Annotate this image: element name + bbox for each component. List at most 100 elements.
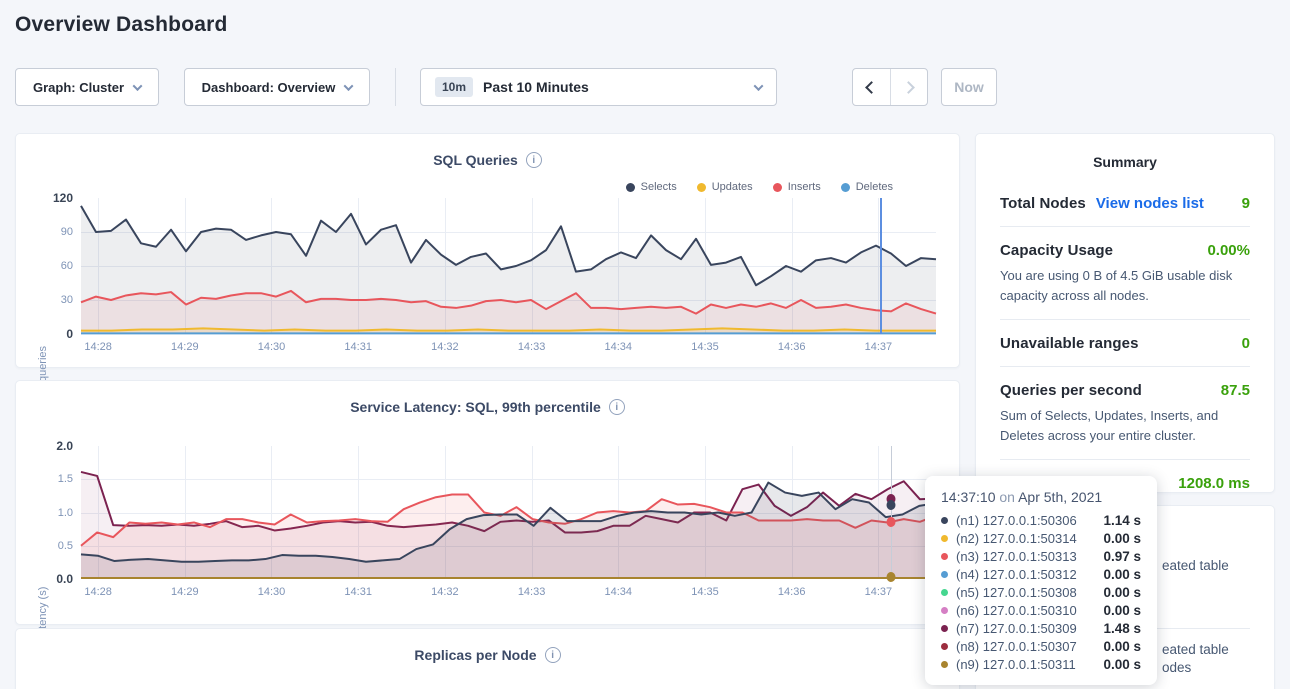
legend-item-updates[interactable]: Updates (697, 181, 753, 193)
y-axis-tick: 90 (61, 226, 73, 238)
summary-row-total-nodes: Total Nodes View nodes list 9 (1000, 180, 1250, 226)
node-color-dot-icon (941, 535, 948, 542)
graph-dropdown[interactable]: Graph: Cluster (15, 68, 159, 106)
summary-row-queries-per-second: Queries per second 87.5 Sum of Selects, … (1000, 366, 1250, 459)
tooltip-node-value: 1.14 s (1103, 513, 1141, 528)
node-color-dot-icon (941, 553, 948, 560)
tooltip-node-label: (n9) 127.0.0.1:50311 (956, 657, 1076, 672)
summary-panel: Summary Total Nodes View nodes list 9 Ca… (975, 133, 1275, 493)
hover-point-marker (886, 517, 895, 527)
x-axis-tick: 14:28 (84, 586, 112, 598)
y-axis-tick: 0.0 (56, 572, 73, 586)
unavailable-ranges-value: 0 (1242, 335, 1250, 352)
chart-series-svg (81, 198, 936, 334)
x-axis-tick: 14:29 (171, 341, 199, 353)
tooltip-row: (n4) 127.0.0.1:50312 0.00 s (941, 565, 1141, 583)
y-axis-tick: 1.5 (58, 473, 73, 485)
legend-dot-icon (697, 183, 706, 192)
node-color-dot-icon (941, 589, 948, 596)
node-color-dot-icon (941, 571, 948, 578)
x-axis-tick: 14:31 (344, 586, 372, 598)
now-button[interactable]: Now (941, 68, 997, 106)
tooltip-node-label: (n3) 127.0.0.1:50313 (956, 549, 1077, 564)
node-color-dot-icon (941, 607, 948, 614)
dashboard-dropdown[interactable]: Dashboard: Overview (184, 68, 370, 106)
x-axis-tick: 14:33 (518, 586, 546, 598)
tooltip-node-label: (n1) 127.0.0.1:50306 (956, 513, 1077, 528)
hover-crosshair (880, 198, 882, 334)
y-axis-tick: 60 (61, 260, 73, 272)
x-axis-tick: 14:30 (258, 586, 286, 598)
y-axis-tick: 0 (66, 327, 73, 341)
tooltip-row: (n6) 127.0.0.1:503100.00 s (941, 601, 1141, 619)
now-button-label: Now (954, 79, 984, 95)
y-axis-tick: 0.5 (58, 540, 73, 552)
node-color-dot-icon (941, 643, 948, 650)
tooltip-node-value: 0.00 s (1103, 567, 1141, 582)
tooltip-node-label: (n5) 127.0.0.1:50308 (956, 585, 1077, 600)
tooltip-node-value: 0.00 s (1103, 585, 1141, 600)
legend-item-selects[interactable]: Selects (626, 181, 677, 193)
chevron-right-icon (902, 81, 915, 94)
y-axis-tick: 2.0 (56, 439, 73, 453)
queries-per-second-value: 87.5 (1221, 382, 1250, 399)
tooltip-node-value: 0.00 s (1103, 531, 1141, 546)
legend-dot-icon (626, 183, 635, 192)
tooltip-node-value: 0.97 s (1103, 549, 1141, 564)
x-axis-tick: 14:36 (778, 586, 806, 598)
event-text-fragment: odes (1162, 660, 1191, 675)
graph-dropdown-label: Graph: Cluster (33, 80, 124, 95)
capacity-usage-description: You are using 0 B of 4.5 GiB usable disk… (1000, 266, 1250, 305)
service-latency-chart[interactable]: latency (s) 14:2814:2914:3014:3114:3214:… (81, 446, 936, 579)
legend-item-deletes[interactable]: Deletes (841, 181, 893, 193)
tooltip-node-label: (n2) 127.0.0.1:50314 (956, 531, 1077, 546)
total-nodes-value: 9 (1242, 195, 1250, 212)
event-text-fragment: eated table (1162, 558, 1229, 573)
tooltip-node-label: (n7) 127.0.0.1:50309 (956, 621, 1077, 636)
total-nodes-label: Total Nodes (1000, 195, 1086, 212)
legend-label: Inserts (788, 181, 821, 193)
node-color-dot-icon (941, 517, 948, 524)
chevron-left-icon (865, 81, 878, 94)
legend-item-inserts[interactable]: Inserts (773, 181, 821, 193)
time-back-button[interactable] (853, 69, 890, 105)
dashboard-dropdown-label: Dashboard: Overview (202, 80, 336, 95)
x-axis-tick: 14:31 (344, 341, 372, 353)
tooltip-node-value: 0.00 s (1103, 603, 1141, 618)
view-nodes-list-link[interactable]: View nodes list (1096, 195, 1204, 212)
legend-label: Updates (712, 181, 753, 193)
queries-per-second-description: Sum of Selects, Updates, Inserts, and De… (1000, 406, 1250, 445)
capacity-usage-value: 0.00% (1207, 242, 1250, 259)
sql-queries-chart-title: SQL Queries (433, 152, 518, 168)
info-icon[interactable]: i (609, 399, 625, 415)
time-range-badge: 10m (435, 77, 473, 97)
chart-series-svg (81, 446, 936, 579)
legend-dot-icon (773, 183, 782, 192)
legend-dot-icon (841, 183, 850, 192)
summary-row-unavailable-ranges: Unavailable ranges 0 (1000, 319, 1250, 366)
summary-row-capacity-usage: Capacity Usage 0.00% You are using 0 B o… (1000, 226, 1250, 319)
chevron-down-icon (344, 81, 354, 91)
time-nav-group (852, 68, 928, 106)
replicas-per-node-chart-title: Replicas per Node (414, 647, 536, 663)
time-range-label: Past 10 Minutes (483, 79, 589, 95)
service-latency-card: Service Latency: SQL, 99th percentile i … (15, 380, 960, 625)
time-forward-button[interactable] (890, 69, 928, 105)
sql-queries-chart[interactable]: queries 14:2814:2914:3014:3114:3214:3314… (81, 198, 936, 334)
sql-queries-card: SQL Queries i Selects Updates Inserts Delet… (15, 133, 960, 368)
queries-per-second-label: Queries per second (1000, 382, 1142, 399)
x-axis-tick: 14:34 (605, 586, 633, 598)
service-latency-chart-title: Service Latency: SQL, 99th percentile (350, 399, 601, 415)
p99-latency-value: 1208.0 ms (1178, 475, 1250, 492)
info-icon[interactable]: i (545, 647, 561, 663)
x-axis-tick: 14:32 (431, 586, 459, 598)
x-axis-tick: 14:29 (171, 586, 199, 598)
summary-heading: Summary (1000, 150, 1250, 180)
hover-crosshair (891, 446, 893, 579)
chevron-down-icon (133, 81, 143, 91)
info-icon[interactable]: i (526, 152, 542, 168)
x-axis-tick: 14:37 (865, 586, 893, 598)
time-range-picker[interactable]: 10m Past 10 Minutes (420, 68, 777, 106)
chevron-down-icon (754, 81, 764, 91)
tooltip-node-label: (n4) 127.0.0.1:50312 (956, 567, 1077, 582)
